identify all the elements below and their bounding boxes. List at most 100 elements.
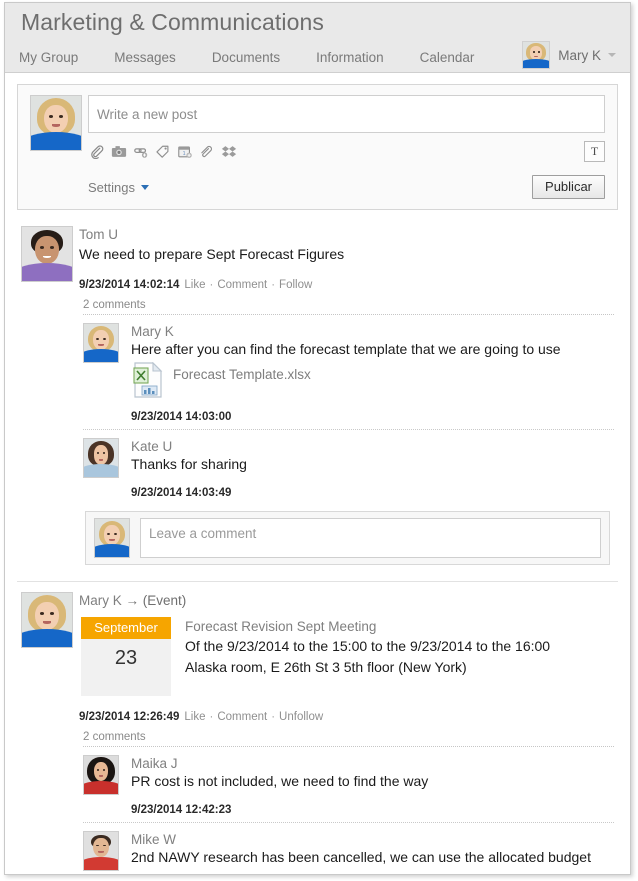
new-post-input[interactable] — [88, 95, 605, 133]
event-details: Forecast Revision Sept Meeting Of the 9/… — [171, 617, 614, 696]
publish-button[interactable]: Publicar — [532, 175, 605, 199]
leave-comment-box — [85, 511, 610, 565]
post-item: Mary K → (Event) September 23 Forecast R… — [17, 581, 618, 874]
comment-timestamp: 9/23/2014 12:42:23 — [131, 804, 232, 816]
activity-feed: Tom U We need to prepare Sept Forecast F… — [5, 216, 630, 874]
comment-author[interactable]: Mary K — [131, 323, 614, 340]
composer-settings-label: Settings — [88, 179, 135, 195]
svg-text:1: 1 — [182, 151, 185, 157]
comment-text: Here after you can find the forecast tem… — [131, 341, 561, 357]
post-composer: 1 T Settings — [17, 84, 618, 210]
avatar — [21, 226, 73, 282]
post-text: We need to prepare Sept Forecast Figures — [79, 246, 345, 262]
event-when: Of the 9/23/2014 to the 15:00 to the 9/2… — [185, 638, 551, 654]
separator-dot: · — [271, 279, 276, 291]
comment-content: Mary K Here after you can find the forec… — [131, 323, 614, 423]
composer-settings-toggle[interactable]: Settings — [88, 180, 532, 195]
user-name-label: Mary K — [558, 47, 601, 63]
follow-link[interactable]: Follow — [279, 278, 312, 292]
chevron-down-icon — [608, 53, 616, 57]
composer-main: 1 T Settings — [88, 95, 605, 199]
comment-text: Thanks for sharing — [131, 456, 247, 472]
attachment-icon[interactable] — [198, 143, 215, 160]
comment-author[interactable]: Mike W — [131, 831, 614, 848]
comment-author[interactable]: Kate U — [131, 438, 614, 455]
app-header: Marketing & Communications My Group Mess… — [5, 3, 630, 73]
event-month: September — [81, 617, 171, 639]
like-link[interactable]: Like — [184, 710, 205, 724]
composer-avatar-wrap — [30, 95, 88, 199]
avatar — [83, 438, 119, 478]
paperclip-icon[interactable] — [88, 143, 105, 160]
post-content: Mary K → (Event) September 23 Forecast R… — [79, 592, 618, 874]
nav-item-calendar[interactable]: Calendar — [420, 50, 475, 65]
separator-dot: · — [271, 711, 276, 723]
like-link[interactable]: Like — [184, 278, 205, 292]
comment-link[interactable]: Comment — [217, 710, 267, 724]
composer-footer: Settings Publicar — [88, 175, 605, 199]
post-timestamp: 9/23/2014 14:02:14 — [79, 279, 180, 291]
separator-dot: · — [209, 711, 214, 723]
comment-item: Mike W 2nd NAWY research has been cancel… — [83, 822, 614, 874]
comment-item: Mary K Here after you can find the forec… — [83, 315, 614, 429]
comment-item: Maika J PR cost is not included, we need… — [83, 747, 614, 822]
comments-count[interactable]: 2 comments — [83, 731, 614, 747]
comment-item: Kate U Thanks for sharing 9/23/2014 14:0… — [83, 429, 614, 505]
chevron-down-icon — [140, 184, 149, 190]
leave-comment-input[interactable] — [140, 518, 601, 558]
camera-icon[interactable] — [110, 143, 127, 160]
nav-item-messages[interactable]: Messages — [114, 50, 176, 65]
event-card[interactable]: September 23 Forecast Revision Sept Meet… — [81, 617, 614, 696]
comment-author[interactable]: Maika J — [131, 755, 614, 772]
nav-item-information[interactable]: Information — [316, 50, 384, 65]
comment-avatar-wrap — [83, 438, 131, 499]
unfollow-link[interactable]: Unfollow — [279, 710, 323, 724]
post-author-name: Mary K — [79, 593, 122, 608]
nav-item-documents[interactable]: Documents — [212, 50, 280, 65]
post-avatar-wrap — [17, 592, 79, 874]
attachment-name: Forecast Template.xlsx — [173, 367, 311, 382]
link-icon[interactable] — [132, 143, 149, 160]
post-content: Tom U We need to prepare Sept Forecast F… — [79, 226, 618, 573]
avatar — [522, 41, 551, 69]
comments-count[interactable]: 2 comments — [83, 299, 614, 315]
comment-content: Kate U Thanks for sharing 9/23/2014 14:0… — [131, 438, 614, 499]
text-format-button[interactable]: T — [584, 140, 605, 162]
comment-text: PR cost is not included, we need to find… — [131, 773, 429, 789]
comment-content: Mike W 2nd NAWY research has been cancel… — [131, 831, 614, 874]
event-day: 23 — [114, 647, 138, 669]
event-date-badge: September 23 — [81, 617, 171, 696]
post-item: Tom U We need to prepare Sept Forecast F… — [17, 216, 618, 573]
comment-avatar-wrap — [83, 755, 131, 816]
user-menu[interactable]: Mary K — [522, 41, 616, 69]
event-where: Alaska room, E 26th St 3 5th floor (New … — [185, 659, 467, 675]
avatar — [83, 831, 119, 871]
calendar-icon[interactable]: 1 — [176, 143, 193, 160]
comment-link[interactable]: Comment — [217, 278, 267, 292]
dropbox-icon[interactable] — [220, 143, 237, 160]
nav-item-my-group[interactable]: My Group — [19, 50, 78, 65]
avatar — [83, 323, 119, 363]
excel-file-icon — [133, 361, 163, 398]
post-avatar-wrap — [17, 226, 79, 573]
separator-dot: · — [209, 279, 214, 291]
attachment-item[interactable]: Forecast Template.xlsx — [133, 361, 614, 398]
composer-tool-icons: 1 — [88, 143, 584, 160]
app-window: Marketing & Communications My Group Mess… — [4, 2, 631, 875]
comment-timestamp: 9/23/2014 14:03:49 — [131, 487, 232, 499]
avatar — [21, 592, 73, 648]
tag-icon[interactable] — [154, 143, 171, 160]
page-root: Marketing & Communications My Group Mess… — [0, 0, 638, 881]
post-meta: 9/23/2014 12:26:49 Like · Comment · Unfo… — [79, 710, 614, 724]
post-author-target: → (Event) — [125, 593, 187, 608]
post-timestamp: 9/23/2014 12:26:49 — [79, 711, 180, 723]
comment-timestamp: 9/23/2014 14:03:00 — [131, 411, 232, 423]
post-author[interactable]: Tom U — [79, 226, 614, 243]
page-title: Marketing & Communications — [21, 9, 324, 35]
avatar — [30, 95, 82, 151]
main-navigation: My Group Messages Documents Information … — [19, 45, 510, 69]
avatar — [83, 755, 119, 795]
post-author[interactable]: Mary K → (Event) — [79, 592, 614, 609]
post-meta: 9/23/2014 14:02:14 Like · Comment · Foll… — [79, 278, 614, 292]
event-title[interactable]: Forecast Revision Sept Meeting — [185, 617, 614, 636]
